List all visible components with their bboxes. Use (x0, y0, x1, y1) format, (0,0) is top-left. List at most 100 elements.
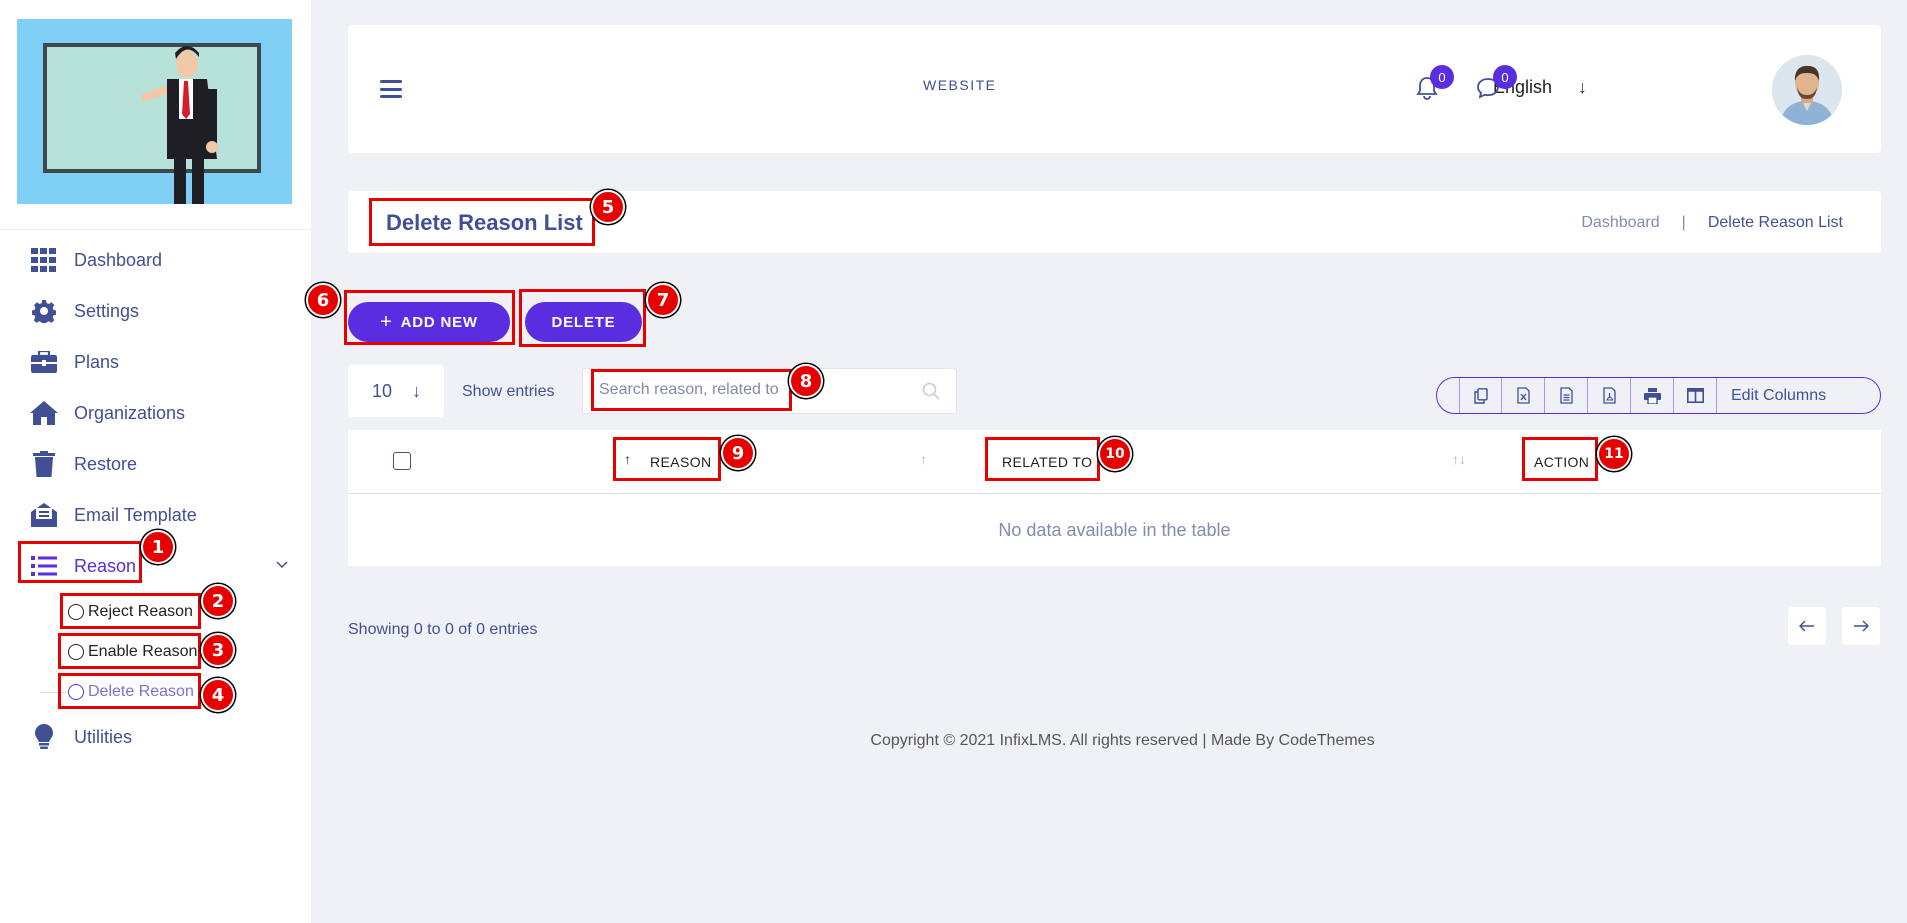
annotation-badge-5: 5 (591, 190, 625, 224)
page-title: Delete Reason List (386, 210, 583, 235)
pdf-export-button[interactable] (1588, 378, 1631, 413)
annotation-badge-10: 10 (1098, 437, 1132, 471)
sidebar: Dashboard Settings Plans Organizations R… (0, 0, 311, 923)
sort-asc-icon: ↑ (624, 451, 631, 467)
annotation-badge-7: 7 (646, 283, 680, 317)
sidebar-item-reason[interactable]: Reason (30, 548, 136, 584)
sidebar-item-organizations[interactable]: Organizations (30, 395, 185, 431)
add-new-button[interactable]: + ADD NEW (348, 302, 510, 342)
annotation-badge-11: 11 (1597, 437, 1631, 471)
annotation-badge-2: 2 (201, 584, 235, 618)
hamburger-menu-icon[interactable] (380, 80, 402, 98)
add-new-label: ADD NEW (400, 313, 478, 331)
sidebar-item-settings[interactable]: Settings (30, 293, 139, 329)
sidebar-item-restore[interactable]: Restore (30, 446, 137, 482)
sidebar-item-dashboard[interactable]: Dashboard (30, 242, 162, 278)
notifications-count-badge: 0 (1430, 65, 1454, 89)
sidebar-item-plans[interactable]: Plans (30, 344, 119, 380)
annotation-badge-6: 6 (306, 283, 340, 317)
annotation-badge-1: 1 (141, 530, 175, 564)
circle-icon (68, 604, 84, 620)
avatar[interactable] (1772, 55, 1842, 125)
column-visibility-button[interactable] (1674, 378, 1717, 413)
table-info: Showing 0 to 0 of 0 entries (348, 621, 538, 638)
footer-copyright: Copyright © 2021 InfixLMS. All rights re… (870, 732, 1375, 749)
sidebar-item-email-template[interactable]: Email Template (30, 497, 197, 533)
search-input[interactable] (599, 381, 899, 399)
sidebar-subitem-delete-reason[interactable]: Delete Reason (68, 677, 194, 707)
next-page-button[interactable] (1842, 607, 1880, 645)
notifications-button[interactable]: 0 (1412, 65, 1454, 103)
copy-icon (1473, 387, 1488, 404)
arrow-left-icon (1799, 620, 1814, 632)
trash-icon (30, 450, 58, 478)
user-avatar-icon (1772, 55, 1842, 125)
delete-label: DELETE (551, 313, 616, 331)
sidebar-item-label: Organizations (74, 402, 186, 423)
copy-button[interactable] (1459, 378, 1502, 413)
csv-export-button[interactable] (1545, 378, 1588, 413)
sidebar-item-label: Settings (74, 300, 140, 321)
annotation-badge-3: 3 (201, 633, 235, 667)
excel-file-icon (1516, 387, 1530, 404)
sidebar-subitem-enable-reason[interactable]: Enable Reason (68, 637, 197, 667)
website-link[interactable]: WEBSITE (923, 77, 997, 93)
breadcrumb-current: Delete Reason List (1707, 214, 1843, 231)
csv-file-icon (1559, 387, 1573, 404)
sidebar-item-label: Email Template (74, 504, 197, 525)
sidebar-item-label: Reason (74, 555, 137, 576)
home-icon (30, 399, 58, 427)
sort-icon: ↑ (920, 451, 927, 467)
column-header-related-to[interactable]: RELATED TO (1002, 454, 1092, 470)
export-toolbar: Edit Columns (1436, 377, 1881, 414)
entries-value: 10 (372, 380, 393, 401)
tree-connector (40, 692, 66, 693)
breadcrumb: Dashboard | Delete Reason List (1581, 214, 1843, 232)
gear-icon (30, 297, 58, 325)
sort-both-icon: ↑↓ (1452, 451, 1466, 467)
breadcrumb-dashboard[interactable]: Dashboard (1581, 214, 1659, 232)
sidebar-subitem-label: Enable Reason (88, 643, 198, 660)
sidebar-divider (0, 229, 311, 230)
logo-illustration (17, 19, 292, 204)
chevron-down-icon[interactable] (272, 555, 292, 575)
previous-page-button[interactable] (1788, 607, 1826, 645)
messages-count-badge: 0 (1493, 65, 1517, 89)
sidebar-item-label: Restore (74, 453, 138, 474)
grid-icon (30, 246, 58, 274)
sidebar-subitem-label: Delete Reason (88, 683, 194, 700)
edit-columns-button[interactable]: Edit Columns (1717, 387, 1826, 405)
sidebar-item-label: Plans (74, 351, 120, 372)
briefcase-icon (30, 348, 58, 376)
arrow-right-icon (1854, 620, 1869, 632)
circle-icon (68, 644, 84, 660)
column-header-reason[interactable]: REASON (650, 454, 712, 470)
search-icon[interactable] (922, 382, 940, 405)
sidebar-subitem-label: Reject Reason (88, 603, 193, 620)
annotation-badge-4: 4 (201, 678, 235, 712)
messages-button[interactable]: 0 (1473, 65, 1517, 103)
plus-icon: + (380, 311, 393, 333)
arrow-down-icon: ↓ (412, 380, 422, 401)
empty-table-message: No data available in the table (998, 520, 1231, 540)
delete-button[interactable]: DELETE (525, 302, 642, 342)
sidebar-subitem-reject-reason[interactable]: Reject Reason (68, 597, 193, 627)
excel-export-button[interactable] (1502, 378, 1545, 413)
pdf-file-icon (1602, 387, 1616, 404)
top-header: WEBSITE English ↓ 0 0 (348, 25, 1881, 153)
presenter-illustration-icon (17, 19, 292, 204)
print-button[interactable] (1631, 378, 1674, 413)
sidebar-item-label: Dashboard (74, 249, 163, 270)
search-box (582, 368, 957, 414)
envelope-icon (30, 501, 58, 529)
columns-icon (1686, 388, 1704, 403)
arrow-down-icon: ↓ (1578, 77, 1588, 97)
circle-icon (68, 684, 84, 700)
entries-per-page-select[interactable]: 10 ↓ (348, 365, 444, 417)
annotation-badge-9: 9 (721, 436, 755, 470)
select-all-checkbox[interactable] (393, 452, 411, 470)
breadcrumb-separator: | (1681, 214, 1686, 231)
annotation-badge-8: 8 (789, 364, 823, 398)
page-title-bar: Delete Reason List Dashboard | Delete Re… (348, 191, 1881, 253)
printer-icon (1643, 387, 1661, 404)
